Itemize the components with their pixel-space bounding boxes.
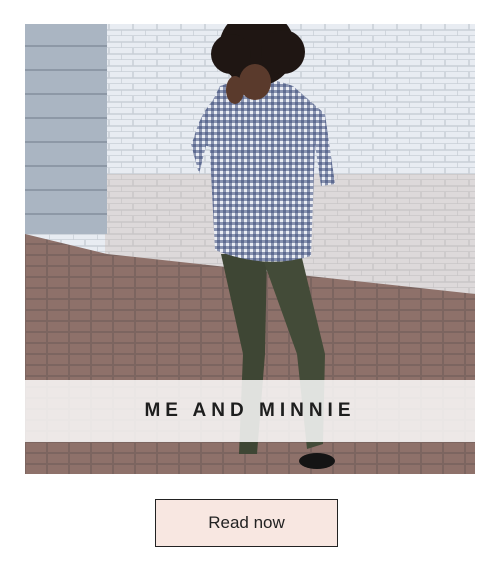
read-now-button[interactable]: Read now <box>155 499 338 547</box>
post-title[interactable]: ME AND MINNIE <box>144 400 355 422</box>
post-photo[interactable]: ME AND MINNIE <box>25 24 475 474</box>
caption-band: ME AND MINNIE <box>25 380 475 442</box>
